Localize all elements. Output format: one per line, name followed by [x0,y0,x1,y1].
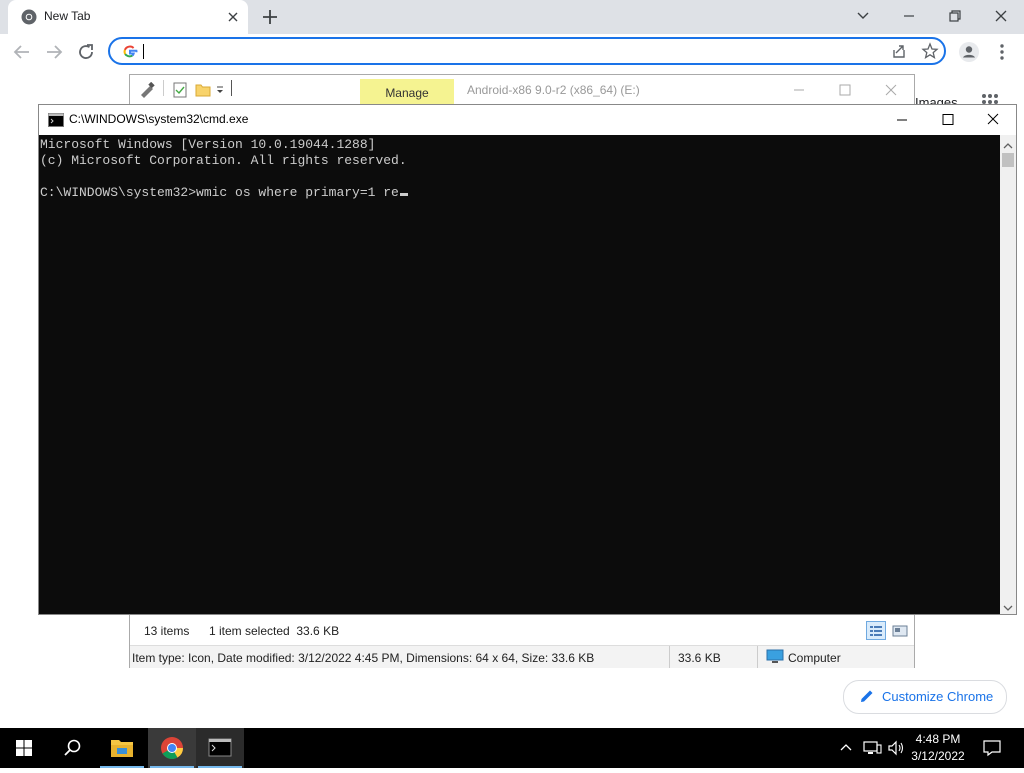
chrome-favicon-icon [21,9,37,25]
checklist-icon[interactable] [172,82,188,98]
chrome-tabstrip: New Tab [0,0,1024,34]
cmd-window-title: C:\WINDOWS\system32\cmd.exe [69,112,249,126]
clock-time[interactable]: 4:48 PM [906,732,970,746]
toolbar-divider [231,80,232,96]
back-arrow-icon[interactable] [10,40,34,64]
location-label: Computer [788,651,841,665]
cmd-maximize-icon[interactable] [925,105,971,135]
new-tab-plus-icon[interactable] [258,5,282,29]
explorer-titlebar: Manage Android-x86 9.0-r2 (x86_64) (E:) [130,75,914,106]
bookmark-star-icon[interactable] [921,42,939,60]
close-window-icon[interactable] [978,0,1024,32]
console-command-text: C:\WINDOWS\system32>wmic os where primar… [40,185,399,200]
explorer-details-bar: Item type: Icon, Date modified: 3/12/202… [130,645,914,668]
explorer-status-bar: 13 items 1 item selected 33.6 KB [130,619,914,643]
forward-arrow-icon[interactable] [42,40,66,64]
console-line: Microsoft Windows [Version 10.0.19044.12… [40,137,376,152]
minimize-icon[interactable] [886,0,932,32]
show-hidden-icons-chevron-icon[interactable] [838,740,854,756]
restore-icon[interactable] [932,0,978,32]
chrome-taskbar-icon[interactable] [148,728,196,768]
pencil-icon [859,688,875,704]
reload-icon[interactable] [74,40,98,64]
quick-access-dropdown-icon[interactable] [215,84,225,96]
details-divider [669,646,670,668]
clock-date[interactable]: 3/12/2022 [906,749,970,763]
chrome-menu-icon[interactable] [992,41,1012,63]
scroll-thumb[interactable] [1002,153,1014,167]
cmd-close-icon[interactable] [970,105,1016,135]
file-explorer-taskbar-icon[interactable] [98,728,146,768]
omnibox-input[interactable] [148,42,852,62]
tab-title: New Tab [44,9,91,23]
start-button[interactable] [0,728,48,768]
tab-new-tab[interactable]: New Tab [8,0,248,34]
customize-chrome-button[interactable]: Customize Chrome [843,680,1007,714]
details-view-icon[interactable] [866,621,886,640]
explorer-close-icon[interactable] [878,83,904,97]
address-bar[interactable] [108,37,946,65]
profile-avatar-icon[interactable] [958,41,980,63]
folder-icon[interactable] [195,82,211,98]
windows-taskbar: 4:48 PM 3/12/2022 [0,728,1024,768]
cmd-minimize-icon[interactable] [879,105,925,135]
item-size: 33.6 KB [678,651,721,665]
cmd-app-icon [48,113,64,127]
volume-icon[interactable] [886,739,906,757]
manage-tab-label: Manage [385,86,429,100]
cmd-taskbar-icon[interactable] [196,728,244,768]
share-icon[interactable] [890,42,908,60]
toolbar-divider [163,80,164,96]
scroll-up-arrow-icon[interactable] [1003,138,1013,149]
google-g-icon [122,44,138,60]
item-details: Item type: Icon, Date modified: 3/12/202… [132,651,595,665]
network-icon[interactable] [862,739,882,757]
explorer-window-title: Android-x86 9.0-r2 (x86_64) (E:) [467,83,640,97]
properties-icon[interactable] [138,81,156,98]
close-tab-icon[interactable] [224,8,242,26]
cmd-scrollbar[interactable] [1000,135,1016,614]
cmd-console[interactable]: Microsoft Windows [Version 10.0.19044.12… [39,135,1000,614]
search-icon[interactable] [48,728,96,768]
cmd-titlebar: C:\WINDOWS\system32\cmd.exe [39,105,1016,135]
console-line: (c) Microsoft Corporation. All rights re… [40,153,407,168]
text-caret [143,44,144,59]
scroll-down-arrow-icon[interactable] [1003,600,1013,611]
console-cursor [399,193,408,196]
details-divider [757,646,758,668]
cmd-window[interactable]: C:\WINDOWS\system32\cmd.exe Microsoft Wi… [38,104,1017,615]
notifications-icon[interactable] [982,739,1002,757]
explorer-maximize-icon[interactable] [832,83,858,97]
items-count: 13 items [144,624,190,638]
computer-icon [766,649,784,665]
console-prompt-line: C:\WINDOWS\system32>wmic os where primar… [40,185,408,200]
large-icons-view-icon[interactable] [890,621,910,640]
manage-tab[interactable]: Manage [360,79,454,106]
customize-chrome-label: Customize Chrome [882,689,994,704]
selected-info: 1 item selected 33.6 KB [209,624,340,638]
explorer-minimize-icon[interactable] [786,83,812,97]
tab-search-chevron-icon[interactable] [840,0,886,32]
